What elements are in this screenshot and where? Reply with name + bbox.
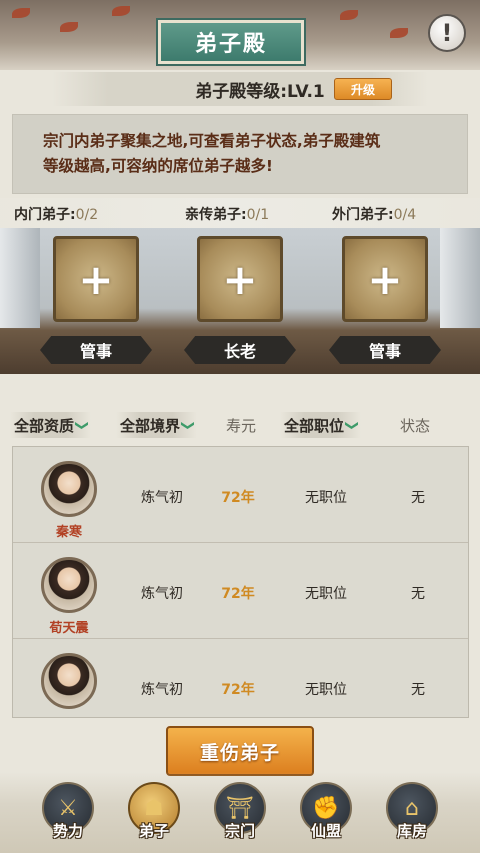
maple-leaf-icon [112,6,130,16]
disciple-realm: 炼气初 [141,586,183,602]
position-filter[interactable]: 全部职位 ❯ [280,412,361,438]
inner-disciple-count: 内门弟子:0/2 [14,204,98,224]
nav-label: 弟子 [138,822,169,840]
help-button[interactable]: ! [428,14,466,52]
count-label: 亲传弟子: [185,207,247,223]
nav-item-disciples[interactable]: ☗ 弟子 [124,782,184,848]
hall-description: 宗门内弟子聚集之地,可查看弟子状态,弟子殿建筑 等级越高,可容纳的席位弟子越多! [12,114,468,194]
disciple-name: 秦寒 [55,525,82,540]
injured-disciples-button[interactable]: 重伤弟子 [166,726,314,776]
maple-leaf-icon [340,10,358,20]
lifespan-sort[interactable]: 寿元 [226,412,256,438]
question-icon: ! [441,19,453,47]
disciple-position: 无职位 [305,490,347,506]
maple-leaf-icon [12,8,30,18]
nav-label: 库房 [396,822,427,840]
count-value: 0/2 [75,207,99,223]
nav-label: 势力 [52,822,83,840]
status-sort[interactable]: 状态 [400,412,430,438]
disciple-status: 无 [411,682,425,698]
disciple-lifespan: 72年 [221,586,255,602]
role-label-steward: 管事 [40,336,152,364]
maple-leaf-icon [60,22,78,32]
disciple-position: 无职位 [305,682,347,698]
role-label-elder: 长老 [184,336,296,364]
hall-level-label: 弟子殿等级:LV.1 [195,81,325,102]
outer-disciple-count: 外门弟子:0/4 [332,204,416,224]
nav-item-faction[interactable]: ⚔ 势力 [38,782,98,848]
description-line-1: 宗门内弟子聚集之地,可查看弟子状态,弟子殿建筑 [43,132,381,150]
nav-label: 仙盟 [310,822,341,840]
seat-slot-steward-left[interactable]: + [53,236,139,322]
filter-label: 全部职位 [284,416,345,435]
disciple-realm: 炼气初 [141,682,183,698]
realm-filter[interactable]: 全部境界 ❯ [116,412,197,438]
disciple-status: 无 [411,586,425,602]
description-line-2: 等级越高,可容纳的席位弟子越多! [43,157,273,175]
filter-label: 全部资质 [14,416,75,435]
table-row[interactable]: 炼气初 72年 无职位 无 [13,639,468,717]
nav-item-sect[interactable]: ⛩ 宗门 [210,782,270,848]
chevron-down-icon: ❯ [343,419,359,431]
plus-icon: + [78,254,114,304]
disciple-realm: 炼气初 [141,490,183,506]
personal-disciple-count: 亲传弟子:0/1 [185,204,269,224]
nav-item-storehouse[interactable]: ⌂ 库房 [382,782,442,848]
chevron-down-icon: ❯ [73,419,89,431]
count-label: 外门弟子: [332,207,394,223]
nav-item-alliance[interactable]: ✊ 仙盟 [296,782,356,848]
avatar [41,557,97,613]
disciple-status: 无 [411,490,425,506]
maple-leaf-icon [390,28,408,38]
count-value: 0/4 [393,207,417,223]
nav-label: 宗门 [224,822,255,840]
plus-icon: + [367,254,403,304]
disciple-lifespan: 72年 [221,682,255,698]
role-label-steward: 管事 [329,336,441,364]
curtain [0,228,40,328]
plus-icon: + [222,254,258,304]
quality-filter[interactable]: 全部资质 ❯ [10,412,91,438]
upgrade-button[interactable]: 升级 [334,78,392,100]
disciple-counts: 内门弟子:0/2 亲传弟子:0/1 外门弟子:0/4 [0,198,480,228]
count-value: 0/1 [246,207,270,223]
page-title: 弟子殿 [158,20,304,64]
avatar [41,461,97,517]
filter-label: 全部境界 [120,416,181,435]
disciple-lifespan: 72年 [221,490,255,506]
curtain [440,228,480,328]
filter-bar: 全部资质 ❯ 全部境界 ❯ 寿元 全部职位 ❯ 状态 [0,410,480,440]
disciple-list[interactable]: 秦寒 炼气初 72年 无职位 无 荀天震 炼气初 72年 无职位 无 炼气初 7… [12,446,469,718]
seat-slot-steward-right[interactable]: + [342,236,428,322]
chevron-down-icon: ❯ [179,419,195,431]
table-row[interactable]: 荀天震 炼气初 72年 无职位 无 [13,543,468,639]
disciple-position: 无职位 [305,586,347,602]
table-row[interactable]: 秦寒 炼气初 72年 无职位 无 [13,447,468,543]
disciple-name: 荀天震 [49,621,89,636]
seat-slot-elder[interactable]: + [197,236,283,322]
count-label: 内门弟子: [14,207,76,223]
avatar [41,653,97,709]
